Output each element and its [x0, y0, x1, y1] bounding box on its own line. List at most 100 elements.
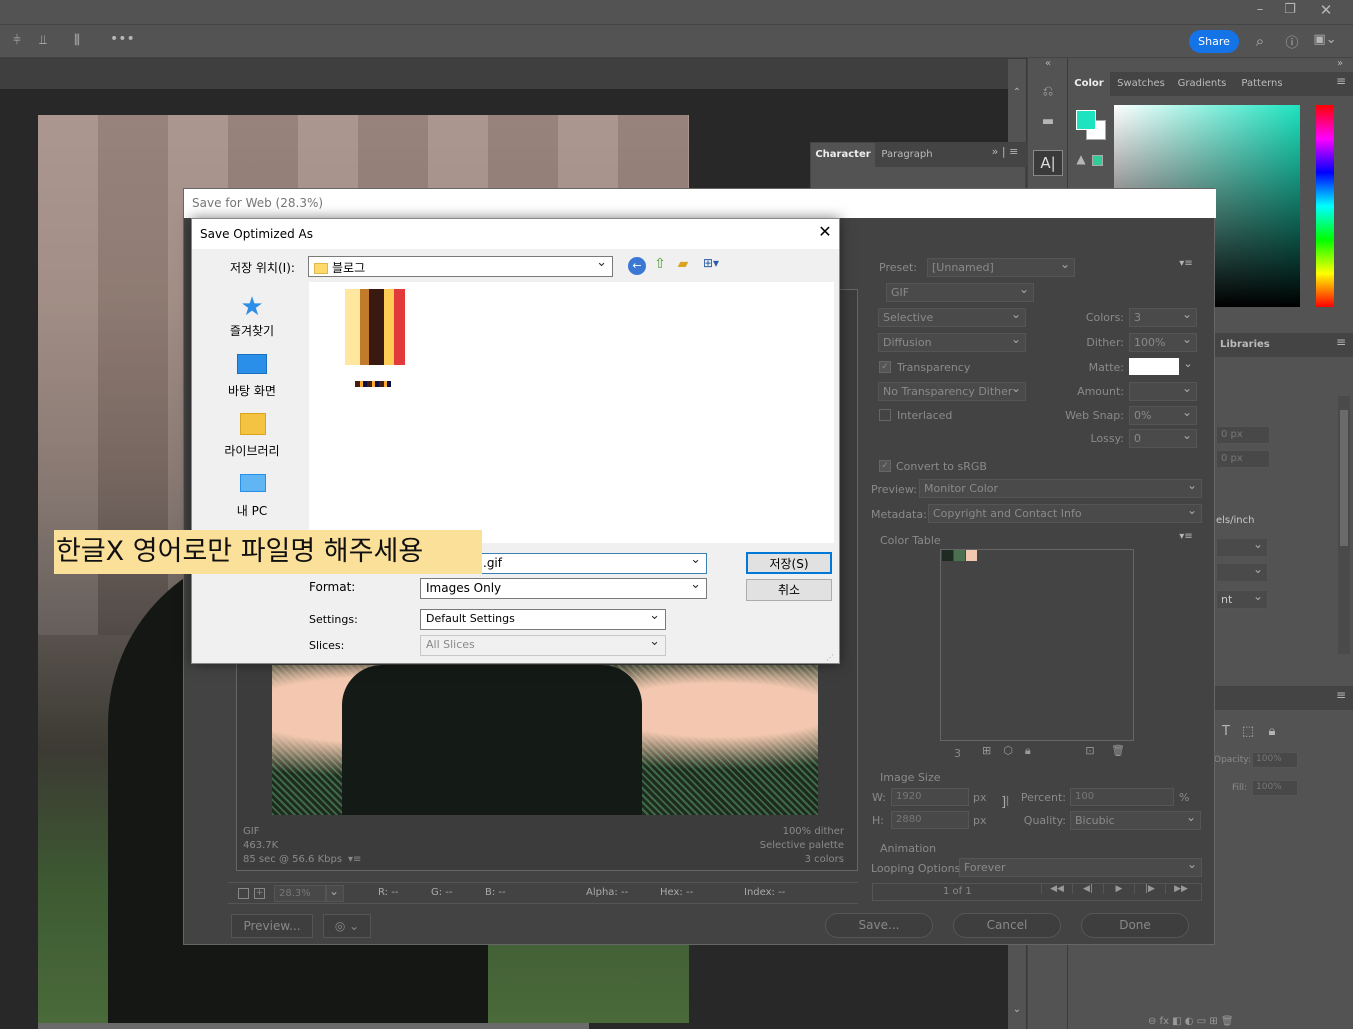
- transparency-checkbox[interactable]: ✓: [879, 361, 891, 373]
- new-color-icon[interactable]: ⊡: [1082, 744, 1098, 757]
- dither-field[interactable]: 100%: [1129, 333, 1197, 352]
- zoom-out-button[interactable]: [238, 888, 249, 899]
- help-icon[interactable]: ⓘ: [1282, 32, 1302, 51]
- resize-grip[interactable]: ⋰: [826, 653, 836, 663]
- close-icon[interactable]: ✕: [1312, 1, 1340, 19]
- partial-field-1[interactable]: 0 px: [1216, 426, 1270, 444]
- type-filter-icon[interactable]: T: [1218, 724, 1234, 739]
- metadata-select[interactable]: Copyright and Contact Info: [928, 504, 1202, 523]
- preview-select[interactable]: Monitor Color: [919, 479, 1202, 498]
- first-frame-button[interactable]: ◀◀: [1041, 884, 1072, 894]
- preset-select[interactable]: [Unnamed]: [927, 258, 1075, 277]
- reduction-select[interactable]: Selective: [878, 308, 1026, 327]
- opacity-field[interactable]: 100%: [1252, 752, 1298, 768]
- partial-field-2[interactable]: 0 px: [1216, 450, 1270, 468]
- format-select[interactable]: GIF: [886, 283, 1034, 302]
- distribute-icon[interactable]: ⫼: [68, 33, 86, 48]
- dialog-cancel-button[interactable]: 취소: [746, 579, 832, 601]
- back-icon[interactable]: ←: [628, 257, 646, 275]
- delete-color-icon[interactable]: 🗑︎: [1110, 744, 1126, 757]
- color-table-swatch-1[interactable]: [942, 550, 953, 561]
- tab-swatches[interactable]: Swatches: [1114, 72, 1168, 96]
- character-menu-icon[interactable]: » | ≡: [985, 145, 1025, 158]
- convert-srgb-checkbox[interactable]: ✓: [879, 460, 891, 472]
- character-icon[interactable]: A|: [1033, 150, 1063, 176]
- interlaced-checkbox[interactable]: [879, 409, 891, 421]
- dialog-save-button[interactable]: 저장(S): [746, 552, 832, 574]
- tab-patterns[interactable]: Patterns: [1236, 72, 1288, 96]
- sfw-done-button[interactable]: Done: [1081, 913, 1189, 938]
- nav-this-pc[interactable]: 내 PC: [198, 502, 306, 519]
- properties-scroll-thumb[interactable]: [1340, 410, 1348, 546]
- format-dropdown[interactable]: Images Only: [420, 578, 707, 599]
- tab-gradients[interactable]: Gradients: [1174, 72, 1230, 96]
- prev-frame-button[interactable]: ◀|: [1072, 884, 1103, 894]
- view-menu-icon[interactable]: ⊞▾: [697, 256, 725, 270]
- location-select[interactable]: 블로그: [308, 256, 613, 277]
- preview-button[interactable]: Preview...: [231, 914, 313, 938]
- settings-dropdown[interactable]: Default Settings: [420, 609, 666, 630]
- scroll-up-icon[interactable]: ⌃: [1008, 87, 1026, 98]
- share-button[interactable]: Share: [1189, 30, 1239, 53]
- properties-scrollbar[interactable]: [1338, 396, 1350, 654]
- quality-select[interactable]: Bicubic: [1070, 811, 1201, 830]
- zoom-in-button[interactable]: +: [254, 888, 265, 899]
- partial-select-3[interactable]: nt: [1216, 590, 1268, 609]
- align-middle-icon[interactable]: ⫫: [34, 33, 52, 48]
- color-table-menu-icon[interactable]: ▾≡: [1176, 531, 1196, 542]
- sfw-cancel-button[interactable]: Cancel: [953, 913, 1061, 938]
- link-icon[interactable]: ]⦚: [996, 795, 1014, 810]
- sfw-save-button[interactable]: Save...: [825, 913, 933, 938]
- next-frame-button[interactable]: |▶: [1134, 884, 1165, 894]
- libraries-menu-icon[interactable]: ≡: [1332, 335, 1350, 349]
- tab-character[interactable]: Character: [811, 143, 875, 167]
- preview-browser-button[interactable]: ◎ ⌄: [323, 914, 371, 938]
- partial-select-1[interactable]: [1216, 538, 1268, 557]
- panel-collapse-icon[interactable]: »: [1330, 58, 1350, 69]
- history-icon[interactable]: ⎌: [1036, 84, 1060, 99]
- restore-icon[interactable]: ❐: [1278, 2, 1302, 17]
- dither-algo-select[interactable]: Diffusion: [878, 333, 1026, 352]
- lock-filter-icon[interactable]: 🔒︎: [1264, 724, 1280, 739]
- colors-field[interactable]: 3: [1129, 308, 1197, 327]
- fill-field[interactable]: 100%: [1252, 780, 1298, 796]
- new-folder-icon[interactable]: ▰: [674, 256, 692, 272]
- matte-dropdown-icon[interactable]: ⌄: [1180, 357, 1196, 370]
- hue-slider[interactable]: [1316, 105, 1334, 307]
- nav-desktop[interactable]: 바탕 화면: [198, 382, 306, 399]
- web-snap-field[interactable]: 0%: [1129, 406, 1197, 425]
- comment-icon[interactable]: ▬: [1036, 114, 1060, 129]
- matte-swatch[interactable]: [1129, 358, 1179, 375]
- nav-favorites[interactable]: 즐겨찾기: [198, 322, 306, 339]
- last-frame-button[interactable]: ▶▶: [1165, 884, 1196, 894]
- search-icon[interactable]: ⌕: [1250, 32, 1270, 50]
- align-top-icon[interactable]: ⫩: [8, 33, 26, 48]
- color-table-swatch-2[interactable]: [954, 550, 965, 561]
- tab-libraries[interactable]: Libraries: [1220, 333, 1270, 357]
- preset-menu-icon[interactable]: ▾≡: [1176, 258, 1196, 269]
- info-menu-icon[interactable]: ▾≡: [348, 854, 361, 865]
- scroll-down-icon[interactable]: ⌄: [1008, 1004, 1026, 1015]
- up-folder-icon[interactable]: ⇧: [651, 256, 669, 272]
- shape-filter-icon[interactable]: ⬚: [1240, 724, 1256, 739]
- file-item[interactable]: [343, 289, 407, 389]
- zoom-dropdown[interactable]: [326, 885, 344, 902]
- tab-paragraph[interactable]: Paragraph: [877, 143, 937, 167]
- color-table-swatch-3[interactable]: [966, 550, 977, 561]
- lossy-field[interactable]: 0: [1129, 429, 1197, 448]
- dialog-close-icon[interactable]: ✕: [814, 222, 836, 241]
- workspace-icon[interactable]: ▣⌄: [1312, 32, 1338, 47]
- collapse-icon[interactable]: «: [1038, 58, 1058, 69]
- partial-select-2[interactable]: [1216, 563, 1268, 582]
- looping-select[interactable]: Forever: [959, 858, 1202, 877]
- tab-color[interactable]: Color: [1068, 72, 1110, 96]
- layers-menu-icon[interactable]: ≡: [1332, 688, 1350, 702]
- width-field[interactable]: 1920: [891, 788, 969, 806]
- play-button[interactable]: ▶: [1103, 884, 1134, 894]
- percent-field[interactable]: 100: [1070, 788, 1174, 806]
- amount-field[interactable]: [1129, 382, 1197, 401]
- minimize-icon[interactable]: –: [1248, 2, 1272, 17]
- canvas-scroll-h[interactable]: [38, 1023, 589, 1029]
- height-field[interactable]: 2880: [891, 811, 969, 829]
- transparency-dither-select[interactable]: No Transparency Dither: [878, 382, 1026, 401]
